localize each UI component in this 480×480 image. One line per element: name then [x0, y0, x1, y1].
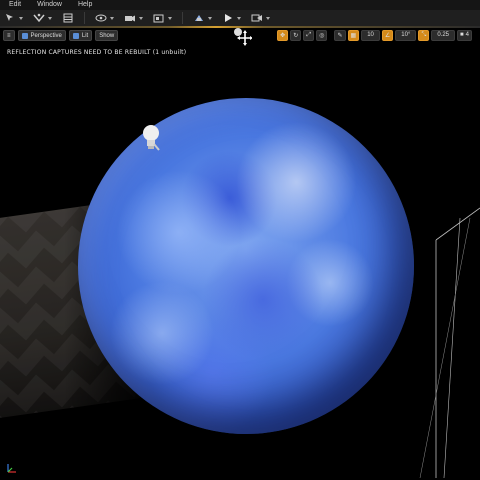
menu-edit[interactable]: Edit [0, 0, 29, 10]
axis-gizmo-icon [7, 464, 16, 473]
rotation-snap-value[interactable]: 10° [395, 29, 417, 41]
surface-snap-button[interactable]: ✎ [334, 29, 346, 41]
menu-help[interactable]: Help [70, 0, 100, 10]
grid-icon: ▦ [350, 32, 357, 39]
lit-icon [72, 32, 79, 39]
main-toolbar [0, 10, 480, 26]
show-label: Show [99, 32, 115, 39]
launch-icon [251, 12, 263, 24]
platforms-button[interactable] [193, 10, 212, 26]
move-icon: ✥ [280, 32, 286, 39]
menu-bar: Edit Window Help [0, 0, 480, 10]
play-button[interactable] [222, 10, 241, 26]
world-local-button[interactable]: ◎ [316, 29, 328, 41]
transform-tool-icon [33, 12, 45, 24]
content-button[interactable] [62, 10, 74, 26]
blueprint-button[interactable] [95, 10, 114, 26]
cinematics-button[interactable] [124, 10, 143, 26]
select-mode-button[interactable] [4, 10, 23, 26]
chevron-down-icon [168, 16, 172, 20]
viewport-left-controls: ≡ Perspective Lit Show [3, 30, 121, 41]
wireframe-box [419, 207, 480, 478]
perspective-label: Perspective [30, 32, 62, 39]
toolbar-divider [182, 12, 183, 24]
play-icon [222, 12, 234, 24]
rebuild-warning-text: REFLECTION CAPTURES NEED TO BE REBUILT (… [7, 49, 187, 56]
ice-material-sphere[interactable] [78, 98, 414, 434]
chevron-down-icon [139, 16, 143, 20]
blueprint-icon [95, 12, 107, 24]
show-button[interactable]: Show [95, 30, 119, 41]
platforms-icon [193, 12, 205, 24]
chevron-down-icon [266, 16, 270, 20]
scale-icon: ⤢ [306, 31, 312, 38]
grid-snap-toggle[interactable]: ▦ [347, 29, 360, 41]
rotation-snap-toggle[interactable]: ∠ [381, 29, 394, 41]
launch-button[interactable] [251, 10, 270, 26]
scale-snap-icon: ⤡ [421, 31, 427, 38]
build-button[interactable] [153, 10, 172, 26]
level-viewport[interactable]: ≡ Perspective Lit Show REFLECTION CAPTUR… [0, 28, 480, 480]
build-icon [153, 12, 165, 24]
scale-snap-value[interactable]: 0.25 [431, 29, 456, 41]
globe-icon: ◎ [319, 32, 325, 39]
select-tool-icon [4, 12, 16, 24]
menu-window[interactable]: Window [29, 0, 70, 10]
rotate-mode-button[interactable]: ↻ [290, 29, 302, 41]
camera-speed-button[interactable]: ■ 4 [457, 29, 472, 41]
angle-icon: ∠ [384, 32, 391, 39]
rotate-icon: ↻ [293, 32, 299, 39]
chevron-down-icon [110, 16, 114, 20]
viewport-right-controls: ✥ ↻ ⤢ ◎ ✎ ▦ 10 ∠ 10° ⤡ 0.25 ■ 4 [275, 29, 472, 41]
viewport-options-button[interactable]: ≡ [3, 30, 15, 41]
chevron-down-icon [237, 16, 241, 20]
scale-snap-toggle[interactable]: ⤡ [418, 29, 430, 41]
lit-button[interactable]: Lit [68, 30, 93, 41]
chevron-down-icon [208, 16, 212, 20]
chevron-down-icon [19, 16, 23, 20]
perspective-button[interactable]: Perspective [17, 30, 66, 41]
chevron-down-icon [48, 16, 52, 20]
surface-snap-icon: ✎ [337, 32, 343, 39]
lit-label: Lit [81, 32, 89, 39]
lightbulb-icon[interactable] [141, 124, 161, 152]
toolbar-divider [84, 12, 85, 24]
translate-mode-button[interactable]: ✥ [277, 29, 289, 41]
cinematics-icon [124, 12, 136, 24]
transform-mode-button[interactable] [33, 10, 52, 26]
perspective-icon [21, 32, 28, 39]
content-icon [62, 12, 74, 24]
move-cursor-icon [234, 28, 252, 46]
menu-icon: ≡ [7, 32, 11, 39]
camera-speed-value: 4 [465, 32, 469, 38]
scale-mode-button[interactable]: ⤢ [303, 29, 315, 41]
grid-snap-value[interactable]: 10 [361, 29, 380, 41]
camera-icon: ■ [460, 32, 464, 38]
